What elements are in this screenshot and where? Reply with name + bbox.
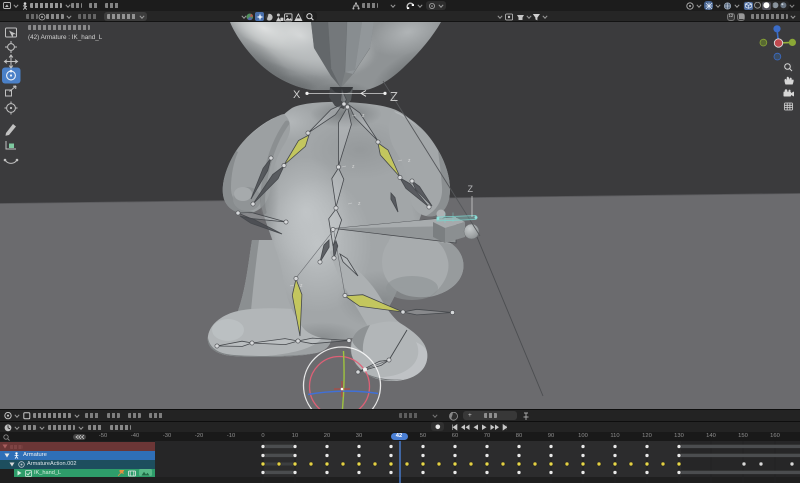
svg-text:Z: Z (390, 89, 398, 104)
svg-text:Z: Z (468, 184, 474, 194)
svg-text:X: X (293, 89, 301, 101)
